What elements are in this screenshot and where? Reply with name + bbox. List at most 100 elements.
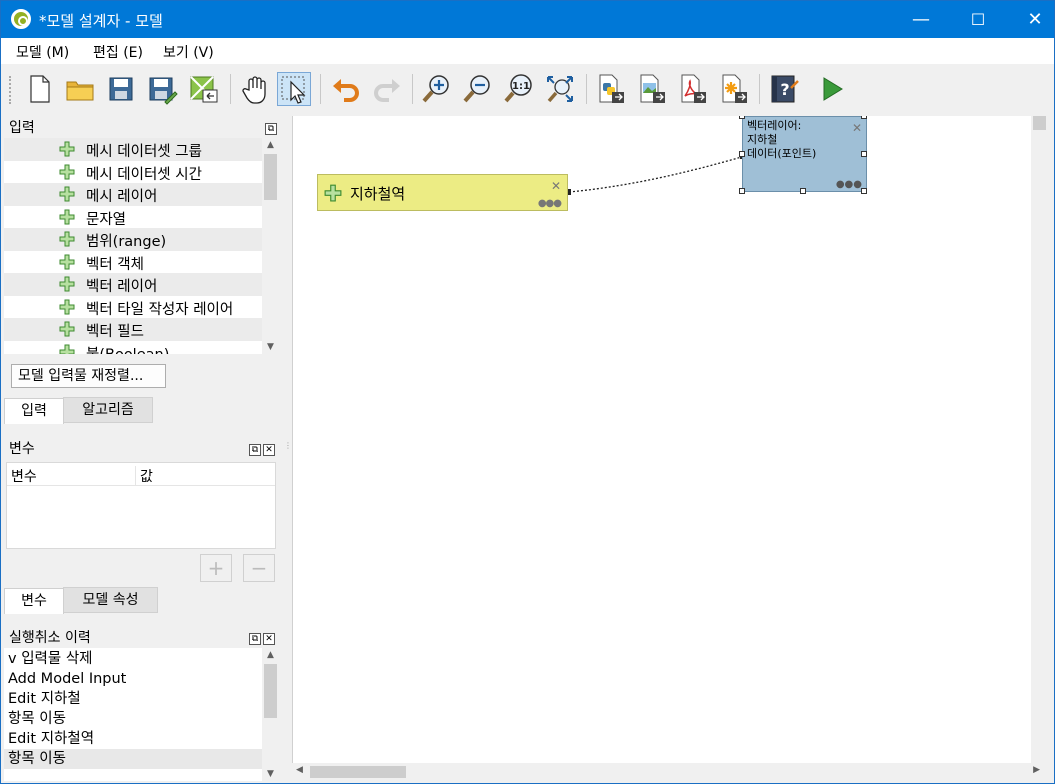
export-image-icon[interactable] [634,72,668,106]
input-node-icon [324,184,342,202]
toolbar-grip[interactable] [9,76,13,104]
input-item-label: 벡터 필드 [86,324,144,340]
zoom-out-icon[interactable] [461,72,495,106]
scroll-up-icon[interactable]: ▲ [262,650,279,660]
remove-variable-button[interactable]: − [243,554,275,582]
list-item[interactable]: Add Model Input [4,669,262,689]
tab-variables[interactable]: 변수 [4,588,64,614]
list-item[interactable]: 범위(range) [4,228,262,251]
undo-scrollbar[interactable]: ▲ ▼ [262,648,279,781]
input-item-label: 메시 데이터셋 그룹 [86,144,202,160]
list-item[interactable]: 항목 이동 [4,709,262,729]
model-canvas[interactable]: 지하철역 ✕ ●●● 벡터레이어: 지하철 데이터(포인트) ✕ ●●● [292,116,1048,764]
list-item[interactable]: 불(Boolean) [4,341,262,354]
add-input-icon [59,209,75,224]
scroll-right-icon[interactable]: ▶ [1033,765,1040,775]
resize-handle[interactable] [861,116,867,119]
reorder-inputs-button[interactable]: 모델 입력물 재정렬... [11,364,166,388]
menu-view[interactable]: 보기 (V) [163,42,214,62]
zoom-actual-icon[interactable]: 1:1 [502,72,536,106]
delete-node-icon[interactable]: ✕ [852,121,862,135]
menu-model[interactable]: 모델 (M) [16,42,69,62]
list-item[interactable]: 벡터 필드 [4,318,262,341]
zoom-in-icon[interactable] [420,72,454,106]
list-item[interactable]: 벡터 타일 작성자 레이어 [4,296,262,319]
help-icon[interactable]: ? [767,72,801,106]
inputs-panel-title: 입력 [9,120,35,136]
export-to-project-icon[interactable] [186,72,220,106]
undo-icon[interactable] [329,72,363,106]
list-item[interactable]: 항목 이동 [4,749,262,769]
export-pdf-icon[interactable] [675,72,709,106]
undo-history-list[interactable]: v 입력물 삭제 Add Model Input Edit 지하철 항목 이동 … [4,648,279,781]
scrollbar-thumb[interactable] [264,664,277,718]
resize-handle[interactable] [861,188,867,194]
list-item[interactable]: v 입력물 삭제 [4,649,262,669]
export-python-icon[interactable] [593,72,627,106]
input-item-label: 벡터 타일 작성자 레이어 [86,301,234,318]
zoom-full-icon[interactable] [543,72,577,106]
new-file-icon[interactable] [22,72,56,106]
list-item[interactable]: 메시 데이터셋 시간 [4,161,262,184]
list-item[interactable]: 메시 데이터셋 그룹 [4,138,262,161]
resize-handle[interactable] [739,188,745,194]
float-icon[interactable]: ⧉ [265,123,277,135]
node-options-icon[interactable]: ●●● [836,179,862,190]
run-icon[interactable] [815,72,849,106]
maximize-button[interactable]: ☐ [955,1,1001,38]
add-input-icon [59,231,75,247]
canvas-horizontal-scrollbar[interactable]: ◀ ▶ [292,763,1044,781]
tab-inputs[interactable]: 입력 [4,398,64,424]
list-item[interactable]: Edit 지하철역 [4,729,262,749]
scrollbar-thumb[interactable] [1033,116,1046,130]
float-icon[interactable]: ⧉ [249,633,261,645]
list-item[interactable]: 벡터 객체 [4,251,262,274]
panel-splitter[interactable]: ⋮ [284,441,292,459]
resize-handle[interactable] [739,151,745,157]
inputs-panel-float-button[interactable]: ⧉ [263,119,277,135]
resize-handle[interactable] [800,188,806,194]
resize-handle[interactable] [861,151,867,157]
minimize-button[interactable]: — [898,1,944,38]
menu-edit[interactable]: 편집 (E) [93,42,143,62]
toolbar: 1:1 ? [1,64,1054,116]
node-options-icon[interactable]: ●●● [538,198,562,209]
input-node[interactable]: 지하철역 ✕ ●●● [317,174,568,211]
close-icon[interactable]: ✕ [263,444,275,456]
resize-handle[interactable] [739,116,745,119]
variables-panel-buttons: ⧉ ✕ [247,440,275,456]
algorithm-node[interactable]: 벡터레이어: 지하철 데이터(포인트) ✕ ●●● [742,116,867,192]
scroll-down-icon[interactable]: ▼ [262,342,279,352]
pan-hand-icon[interactable] [238,72,272,106]
close-button[interactable]: ✕ [1012,1,1055,38]
float-icon[interactable]: ⧉ [249,444,261,456]
list-item[interactable]: 메시 레이어 [4,183,262,206]
toolbar-separator [412,74,413,104]
list-item[interactable]: Edit 지하철 [4,689,262,709]
delete-node-icon[interactable]: ✕ [551,179,561,193]
inputs-list[interactable]: 메시 데이터셋 그룹 메시 데이터셋 시간 메시 레이어 문자열 범위(rang… [4,138,279,354]
close-icon[interactable]: ✕ [263,633,275,645]
add-variable-button[interactable]: + [200,554,232,582]
scroll-down-icon[interactable]: ▼ [262,769,279,779]
variables-table[interactable]: 변수 값 [6,462,276,549]
save-icon[interactable] [104,72,138,106]
scrollbar-thumb[interactable] [264,154,277,200]
list-item[interactable]: 벡터 레이어 [4,273,262,296]
redo-icon[interactable] [370,72,404,106]
save-as-icon[interactable] [145,72,179,106]
export-svg-icon[interactable] [716,72,750,106]
tab-model-properties[interactable]: 모델 속성 [63,587,158,613]
scrollbar-thumb[interactable] [310,766,406,778]
scroll-left-icon[interactable]: ◀ [296,765,303,775]
column-header-value[interactable]: 값 [135,466,153,486]
open-folder-icon[interactable] [63,72,97,106]
column-header-variable[interactable]: 변수 [11,466,37,486]
input-item-label: 벡터 객체 [86,256,144,273]
canvas-vertical-scrollbar[interactable] [1031,116,1048,764]
inputs-scrollbar[interactable]: ▲ ▼ [262,138,279,354]
list-item[interactable]: 문자열 [4,206,262,229]
select-arrow-icon[interactable] [277,72,311,106]
scroll-up-icon[interactable]: ▲ [262,140,279,150]
tab-algorithms[interactable]: 알고리즘 [63,397,153,423]
